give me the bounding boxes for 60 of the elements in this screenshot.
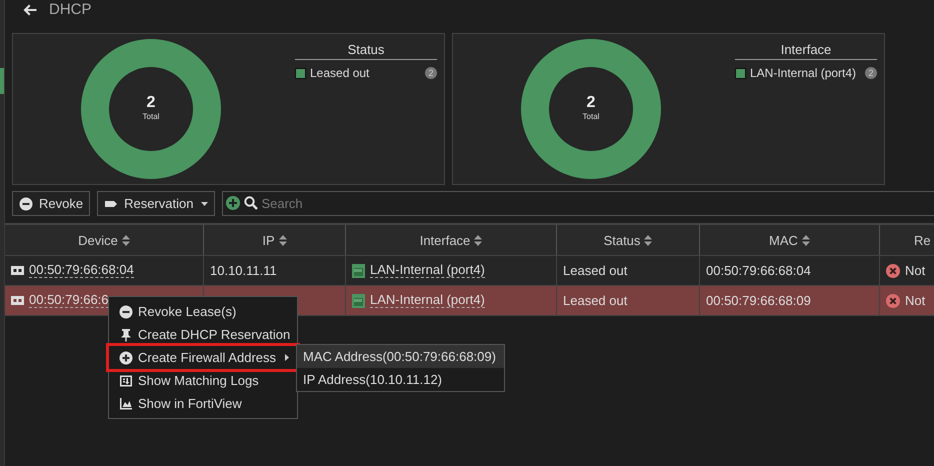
legend-label: LAN-Internal (port4) [750,66,856,80]
error-x-icon [886,294,900,308]
caret-icon [201,202,208,206]
table-cell: 00:50:79:66:68:09 [706,293,811,308]
column-header[interactable]: Status [557,225,700,255]
menu-item[interactable]: Create Firewall Address [109,346,297,369]
total-label: Total [582,112,600,121]
table-cell: Not [905,263,926,278]
sidebar-marker [0,68,4,94]
column-header[interactable]: Re [880,225,934,255]
device-icon [11,296,24,305]
minus-circle-icon [119,304,133,318]
submenu-caret-icon [285,354,289,361]
table-cell: Not [905,293,926,308]
legend-label: Leased out [310,66,370,80]
reservation-dropdown[interactable]: Reservation [97,191,216,216]
sort-icon [474,234,482,246]
table-row[interactable]: 00:50:79:66:68:04 10.10.11.11 LAN-Internal (port4) Leased out 00:50:79:66:68:04 Not [5,256,934,286]
device-link[interactable]: 00:50:79:66:68:04 [29,263,134,278]
sort-icon [644,234,652,246]
error-x-icon [886,264,900,278]
submenu-item[interactable]: IP Address(10.10.11.12) [297,368,504,391]
menu-item[interactable]: Show in FortiView [109,392,297,415]
column-header[interactable]: Interface [346,225,557,255]
table-cell: 00:50:79:66:68:04 [706,263,811,278]
search-field[interactable]: Search [222,191,934,216]
legend-title: Status [295,42,437,60]
total-count: 2 [586,94,596,112]
revoke-button[interactable]: Revoke [12,191,90,216]
column-header[interactable]: Device [5,225,204,255]
sort-icon [278,234,287,246]
network-port-icon [352,294,365,308]
plus-circle-icon [119,350,133,364]
plus-circle-icon [226,196,240,210]
back-arrow-icon [23,4,37,16]
interface-link[interactable]: LAN-Internal (port4) [370,293,485,308]
sort-icon [122,234,130,246]
column-header[interactable]: IP [204,225,346,255]
menu-item[interactable]: Show Matching Logs [109,369,297,392]
table-cell: Leased out [563,263,628,278]
count-badge: 2 [865,67,877,79]
submenu-item[interactable]: MAC Address(00:50:79:66:68:09) [297,345,504,368]
legend-title: Interface [735,42,877,60]
area-chart-icon [119,396,133,410]
interface-link[interactable]: LAN-Internal (port4) [370,263,485,278]
search-icon [244,196,258,210]
table-cell: 10.10.11.11 [210,263,277,278]
table-cell: Leased out [563,293,628,308]
menu-item[interactable]: Create DHCP Reservation [109,323,297,346]
log-list-icon [119,374,133,388]
page-title: DHCP [49,1,92,18]
sort-icon [802,234,810,246]
total-count: 2 [146,94,156,112]
network-port-icon [352,264,365,278]
device-icon [11,266,24,275]
total-label: Total [142,112,160,121]
minus-circle-icon [19,196,33,210]
pin-icon [119,328,133,342]
count-badge: 2 [425,67,437,79]
column-header[interactable]: MAC [700,225,880,255]
